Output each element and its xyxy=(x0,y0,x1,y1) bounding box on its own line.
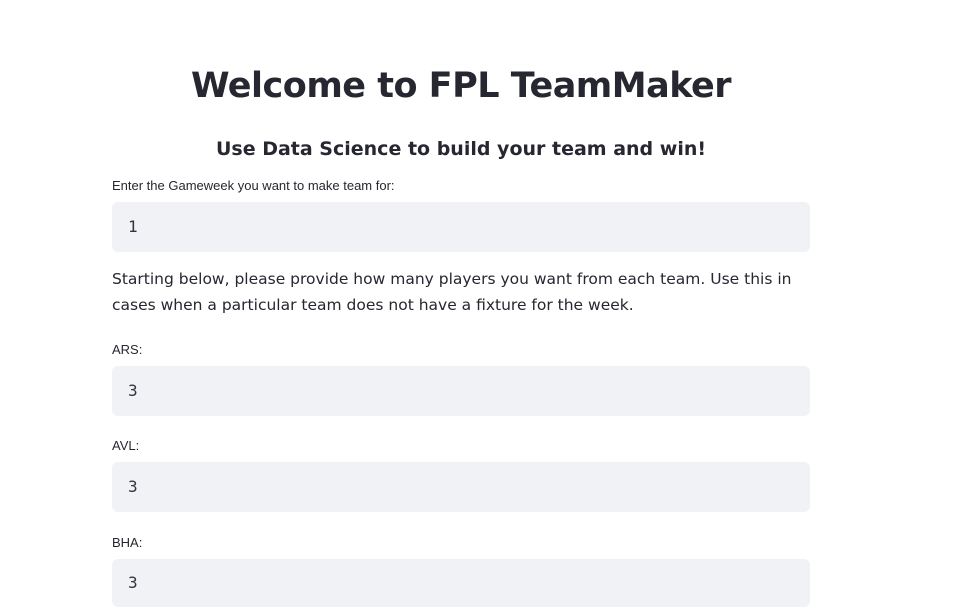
gameweek-label: Enter the Gameweek you want to make team… xyxy=(112,178,395,193)
team-input-bha[interactable] xyxy=(112,559,810,607)
instructions-text: Starting below, please provide how many … xyxy=(112,270,792,314)
team-label-bha: BHA: xyxy=(112,535,143,550)
team-input-avl[interactable] xyxy=(112,462,810,512)
team-label-ars: ARS: xyxy=(112,342,143,357)
page-title: Welcome to FPL TeamMaker xyxy=(190,66,732,106)
team-label-avl: AVL: xyxy=(112,438,140,453)
team-input-ars[interactable] xyxy=(112,366,810,416)
page-subtitle: Use Data Science to build your team and … xyxy=(215,138,707,160)
gameweek-input[interactable] xyxy=(112,202,810,252)
